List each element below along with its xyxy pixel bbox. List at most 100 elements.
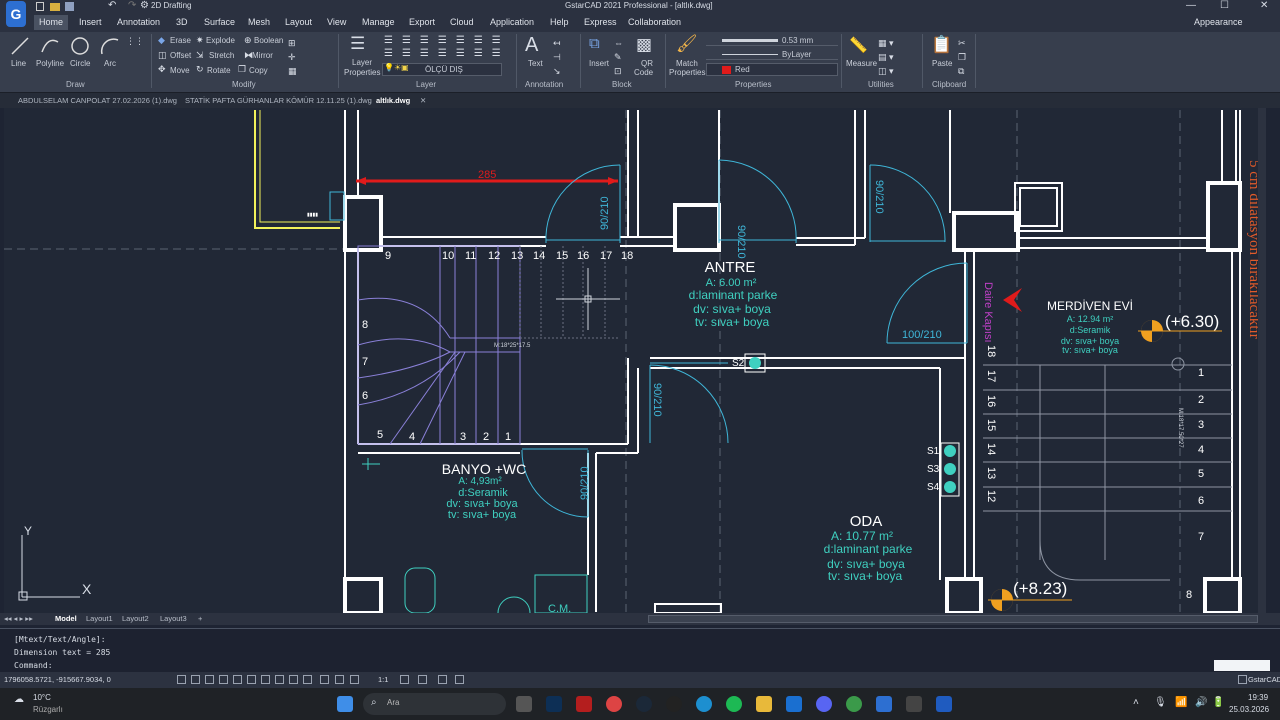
qr-label2[interactable]: Code bbox=[634, 68, 653, 77]
tab-export[interactable]: Export bbox=[409, 17, 435, 27]
offset-button[interactable]: Offset bbox=[170, 51, 191, 60]
workspace-gear-icon[interactable]: ⚙ bbox=[140, 0, 149, 11]
doc-tab-2[interactable]: STATİK PAFTA GÜRHANLAR KÖMÜR 12.11.25 (1… bbox=[185, 96, 372, 105]
block-tools-icon[interactable]: ⇔ ✎ ⊡ bbox=[614, 36, 623, 78]
start-icon[interactable] bbox=[337, 696, 353, 712]
circle-label[interactable]: Circle bbox=[70, 59, 90, 68]
outlook-icon[interactable] bbox=[786, 696, 802, 712]
polyline-label[interactable]: Polyline bbox=[36, 59, 64, 68]
battery-icon[interactable]: 🔋 bbox=[1212, 697, 1224, 708]
dyn-icon[interactable] bbox=[275, 675, 284, 684]
tpy-icon[interactable] bbox=[320, 675, 329, 684]
workspace-icon[interactable] bbox=[400, 675, 409, 684]
add-layout-icon[interactable]: + bbox=[198, 614, 202, 623]
cleanscreen-icon[interactable] bbox=[1238, 675, 1247, 684]
acrobat-icon[interactable] bbox=[576, 696, 592, 712]
tab-mesh[interactable]: Mesh bbox=[248, 17, 270, 27]
discord-icon[interactable] bbox=[816, 696, 832, 712]
horizontal-scrollbar[interactable] bbox=[648, 615, 1258, 623]
boolean-button[interactable]: Boolean bbox=[254, 36, 283, 45]
steam-icon[interactable] bbox=[636, 696, 652, 712]
match-label[interactable]: Match bbox=[676, 59, 698, 68]
tab-help[interactable]: Help bbox=[550, 17, 569, 27]
tab-layout1[interactable]: Layout1 bbox=[86, 614, 113, 623]
draw-more-icon[interactable]: ⋮⋮ bbox=[126, 36, 144, 47]
weather-icon[interactable]: ☁ bbox=[14, 694, 24, 705]
erase-icon[interactable]: ◆ bbox=[158, 35, 165, 46]
explode-icon[interactable]: ✷ bbox=[196, 35, 204, 46]
tab-layout[interactable]: Layout bbox=[285, 17, 312, 27]
dimension-icon[interactable]: ↤ ⊣ ↘ bbox=[553, 36, 561, 78]
match-properties-icon[interactable]: 🖌 bbox=[676, 34, 698, 54]
text-label[interactable]: Text bbox=[528, 59, 543, 68]
layer-tools-icon[interactable]: ☰☰☰☰☰☰☰ ☰☰☰☰☰☰☰ bbox=[384, 34, 510, 60]
tray-chevron-icon[interactable]: ˄ bbox=[1133, 697, 1139, 708]
annotation-scale[interactable]: 1:1 bbox=[378, 675, 388, 684]
paste-icon[interactable]: 📋 bbox=[931, 35, 952, 55]
command-prompt[interactable]: Command: bbox=[14, 661, 53, 670]
sc-icon[interactable] bbox=[335, 675, 344, 684]
wifi-icon[interactable]: 📶 bbox=[1175, 697, 1187, 708]
polyline-icon[interactable] bbox=[40, 36, 60, 56]
workspace-selector[interactable]: 2D Drafting bbox=[151, 1, 191, 10]
tab-layout3[interactable]: Layout3 bbox=[160, 614, 187, 623]
tab-model[interactable]: Model bbox=[55, 614, 77, 623]
explorer-icon[interactable] bbox=[756, 696, 772, 712]
appearance-menu[interactable]: Appearance bbox=[1194, 17, 1243, 27]
line-label[interactable]: Line bbox=[11, 59, 26, 68]
spotify-icon[interactable] bbox=[726, 696, 742, 712]
new-icon[interactable] bbox=[36, 2, 44, 11]
isolate-icon[interactable] bbox=[438, 675, 447, 684]
layout-nav-icon[interactable]: ◂◂ ◂ ▸ ▸▸ bbox=[4, 614, 33, 623]
osnap-icon[interactable] bbox=[233, 675, 242, 684]
measure-icon[interactable]: 📏 bbox=[849, 36, 868, 54]
clock-time[interactable]: 19:39 bbox=[1248, 693, 1268, 702]
utilities-more-icon[interactable]: ▦ ▾ ▤ ▾ ◫ ▾ bbox=[878, 36, 894, 78]
g-app-icon[interactable] bbox=[666, 696, 682, 712]
undo-icon[interactable]: ↶ bbox=[108, 0, 116, 11]
match-label2[interactable]: Properties bbox=[669, 68, 705, 77]
close-icon[interactable]: ✕ bbox=[1260, 0, 1268, 11]
hardware-icon[interactable] bbox=[455, 675, 464, 684]
chrome-icon[interactable] bbox=[606, 696, 622, 712]
copy-icon[interactable]: ❐ bbox=[238, 64, 246, 75]
move-button[interactable]: Move bbox=[170, 66, 190, 75]
snap-icon[interactable] bbox=[177, 675, 186, 684]
tab-layout2[interactable]: Layout2 bbox=[122, 614, 149, 623]
layer-properties-label2[interactable]: Properties bbox=[344, 68, 380, 77]
layer-properties-icon[interactable]: ☰ bbox=[350, 34, 365, 54]
word-icon[interactable] bbox=[936, 696, 952, 712]
doc-tab-1[interactable]: ABDULSELAM CANPOLAT 27.02.2026 (1).dwg bbox=[18, 96, 177, 105]
chrome2-icon[interactable] bbox=[846, 696, 862, 712]
grid-icon[interactable] bbox=[191, 675, 200, 684]
vertical-scrollbar[interactable] bbox=[1258, 108, 1266, 613]
stretch-icon[interactable]: ⇲ bbox=[196, 50, 204, 61]
tab-manage[interactable]: Manage bbox=[362, 17, 395, 27]
drawing-canvas[interactable]: 285 M:18*25*17.5 9 10 11 12 13 14 15 16 … bbox=[4, 108, 1266, 613]
task-view-icon[interactable] bbox=[516, 696, 532, 712]
rotate-button[interactable]: Rotate bbox=[207, 66, 231, 75]
tab-3d[interactable]: 3D bbox=[176, 17, 188, 27]
paste-label[interactable]: Paste bbox=[932, 59, 952, 68]
tab-cloud[interactable]: Cloud bbox=[450, 17, 474, 27]
stretch-button[interactable]: Stretch bbox=[209, 51, 234, 60]
doc-tab-close-icon[interactable]: ✕ bbox=[420, 96, 426, 105]
photoshop-icon[interactable] bbox=[546, 696, 562, 712]
anno-icon[interactable] bbox=[350, 675, 359, 684]
insert-icon[interactable]: ⧉ bbox=[589, 35, 600, 52]
layer-properties-label[interactable]: Layer bbox=[352, 58, 372, 67]
qp-icon[interactable] bbox=[303, 675, 312, 684]
command-input[interactable] bbox=[1214, 660, 1270, 671]
maximize-icon[interactable]: ☐ bbox=[1220, 0, 1229, 11]
move-icon[interactable]: ✥ bbox=[158, 64, 166, 75]
open-icon[interactable] bbox=[50, 3, 60, 11]
measure-label[interactable]: Measure bbox=[846, 59, 877, 68]
mic-icon[interactable]: 🎙 bbox=[1154, 697, 1167, 708]
cut-copy-icon[interactable]: ✂ ❐ ⧉ bbox=[958, 36, 966, 78]
ducs-icon[interactable] bbox=[289, 675, 298, 684]
lwt-icon[interactable] bbox=[261, 675, 270, 684]
polar-icon[interactable] bbox=[219, 675, 228, 684]
arc-label[interactable]: Arc bbox=[104, 59, 116, 68]
lock-icon[interactable] bbox=[418, 675, 427, 684]
text-icon[interactable]: A bbox=[525, 34, 538, 57]
